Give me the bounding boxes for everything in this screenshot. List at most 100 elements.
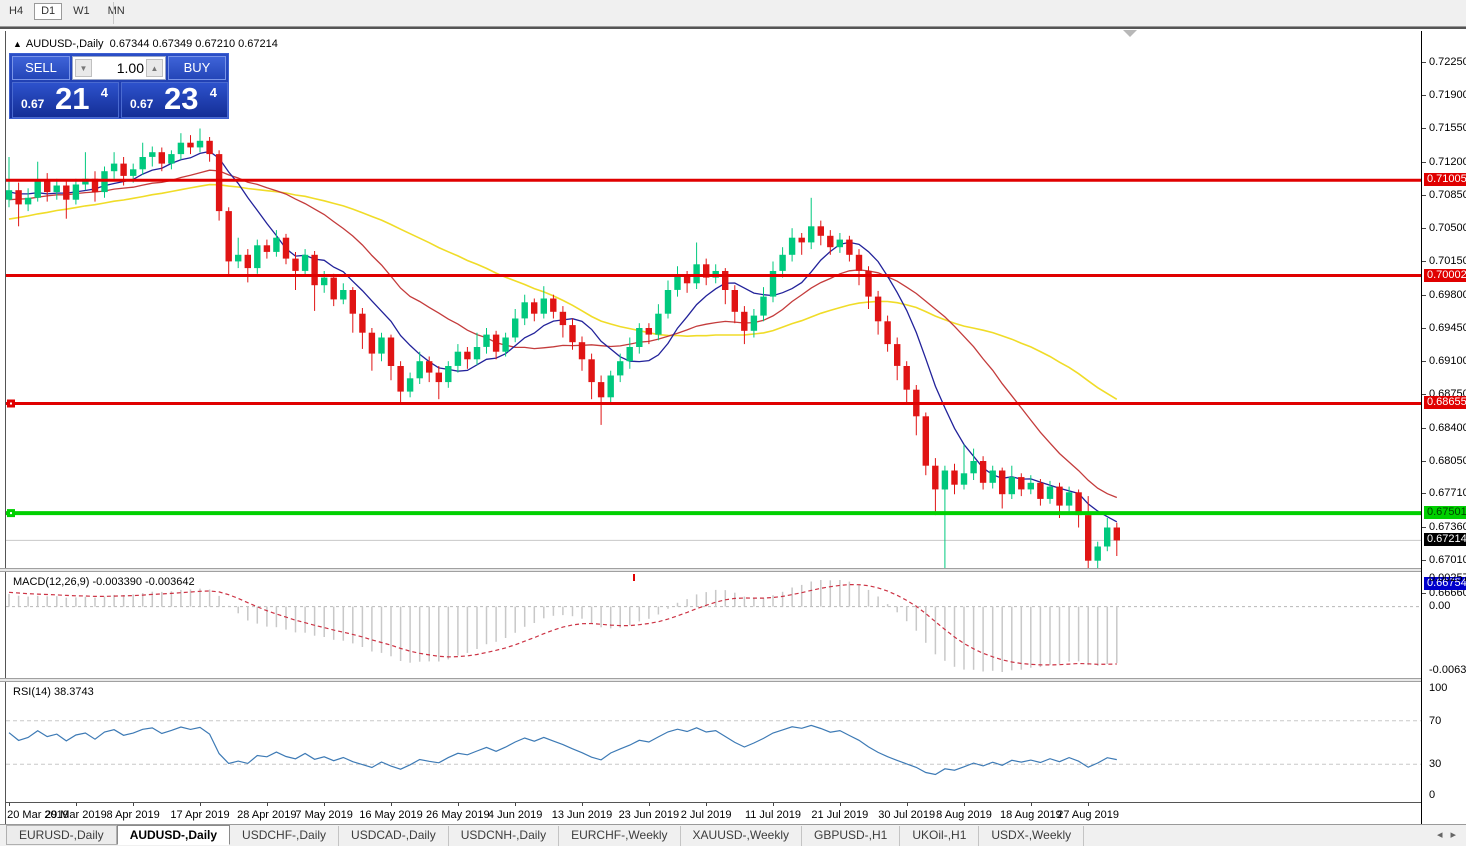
tab-xauusd-weekly[interactable]: XAUUSD-,Weekly (681, 826, 802, 846)
mt4-application: H4D1W1MN ▲ AUDUSD-,Daily 0.67344 0.67349 … (0, 0, 1466, 846)
chart-symbol-label: AUDUSD-,Daily (26, 38, 104, 50)
buy-quote-button[interactable]: 0.67 23 4 (121, 82, 228, 118)
rsi-axis-label: 100 (1429, 682, 1447, 694)
tab-usdx-weekly[interactable]: USDX-,Weekly (979, 826, 1084, 846)
price-tick-mark (1422, 128, 1426, 129)
ohlc-values: 0.67344 0.67349 0.67210 0.67214 (110, 38, 278, 50)
price-tick-mark (1422, 560, 1426, 561)
price-tick-label: 0.71550 (1429, 122, 1466, 134)
date-tick-mark (391, 803, 392, 806)
timeframe-button-h4[interactable]: H4 (2, 3, 30, 20)
tab-usdcnh-daily[interactable]: USDCNH-,Daily (449, 826, 559, 846)
sell-price-big: 21 (55, 81, 89, 117)
tab-usdcad-daily[interactable]: USDCAD-,Daily (339, 826, 449, 846)
macd-label: MACD(12,26,9) -0.003390 -0.003642 (13, 576, 195, 588)
volume-decrease-icon[interactable]: ▼ (75, 59, 92, 77)
timeframe-button-w1[interactable]: W1 (66, 3, 97, 20)
sell-quote-button[interactable]: 0.67 21 4 (12, 82, 119, 118)
price-tick-mark (1422, 295, 1426, 296)
timeframe-button-d1[interactable]: D1 (34, 3, 62, 20)
date-tick-mark (458, 803, 459, 806)
price-tick-mark (1422, 62, 1426, 63)
rsi-label: RSI(14) 38.3743 (13, 686, 94, 698)
price-tick-mark (1422, 593, 1426, 594)
price-tick-label: 0.72250 (1429, 56, 1466, 68)
buy-button[interactable]: BUY (168, 56, 226, 80)
price-tick-mark (1422, 394, 1426, 395)
sell-price-pipette: 4 (101, 85, 108, 100)
price-tick-label: 0.67360 (1429, 521, 1466, 533)
tab-gbpusd-h1[interactable]: GBPUSD-,H1 (802, 826, 900, 846)
chart-window: ▲ AUDUSD-,Daily 0.67344 0.67349 0.67210 0… (0, 27, 1466, 823)
price-axis[interactable]: 0.72250 0.71900 0.71550 0.71200 0.70850 0.705… (1421, 31, 1466, 825)
price-tick-label: 0.68400 (1429, 422, 1466, 434)
level-price-label: 0.67501 (1424, 506, 1466, 519)
chart-title: ▲ AUDUSD-,Daily 0.67344 0.67349 0.67210 0… (13, 38, 278, 50)
main-chart-pane[interactable]: ▲ AUDUSD-,Daily 0.67344 0.67349 0.67210 0… (5, 31, 1421, 568)
date-tick-mark (840, 803, 841, 806)
tab-scroll-left-icon[interactable]: ◂ (1433, 829, 1447, 841)
price-tick-label: 0.68050 (1429, 455, 1466, 467)
date-tick-label: 16 May 2019 (359, 809, 423, 821)
volume-input[interactable] (94, 58, 144, 78)
date-tick-mark (706, 803, 707, 806)
tab-audusd-daily[interactable]: AUDUSD-,Daily (117, 825, 230, 845)
date-tick-label: 2 Jul 2019 (681, 809, 732, 821)
buy-price-big: 23 (164, 81, 198, 117)
price-tick-label: 0.71900 (1429, 89, 1466, 101)
date-tick-label: 13 Jun 2019 (552, 809, 613, 821)
date-tick-mark (9, 803, 10, 806)
date-tick-mark (267, 803, 268, 806)
date-tick-label: 28 Apr 2019 (237, 809, 296, 821)
sell-button[interactable]: SELL (12, 56, 70, 80)
price-tick-mark (1422, 527, 1426, 528)
price-tick-label: 0.70850 (1429, 189, 1466, 201)
rsi-pane[interactable]: RSI(14) 38.3743 (5, 682, 1421, 802)
price-tick-label: 0.71200 (1429, 156, 1466, 168)
date-tick-mark (515, 803, 516, 806)
current-price-label: 0.67214 (1424, 533, 1466, 546)
price-tick-mark (1422, 428, 1426, 429)
date-tick-label: 23 Jun 2019 (619, 809, 680, 821)
date-tick-label: 29 Mar 2019 (45, 809, 107, 821)
price-tick-label: 0.70500 (1429, 222, 1466, 234)
price-tick-label: 0.67710 (1429, 487, 1466, 499)
date-tick-mark (324, 803, 325, 806)
macd-axis-label: -0.006326 (1429, 664, 1466, 676)
level-price-label: 0.71005 (1424, 173, 1466, 186)
date-tick-mark (133, 803, 134, 806)
timeframe-toolbar: H4D1W1MN (0, 0, 1466, 27)
date-tick-mark (582, 803, 583, 806)
window-splitter-icon[interactable] (1123, 30, 1137, 37)
date-tick-label: 11 Jul 2019 (745, 809, 801, 821)
price-tick-mark (1422, 261, 1426, 262)
date-tick-label: 27 Aug 2019 (1057, 809, 1119, 821)
macd-pane[interactable]: MACD(12,26,9) -0.003390 -0.003642 (5, 572, 1421, 678)
tab-scroll-right-icon[interactable]: ▸ (1446, 829, 1460, 841)
price-tick-mark (1422, 361, 1426, 362)
tab-usdchf-daily[interactable]: USDCHF-,Daily (230, 826, 339, 846)
date-tick-label: 7 May 2019 (295, 809, 352, 821)
date-tick-mark (907, 803, 908, 806)
date-tick-label: 30 Jul 2019 (878, 809, 935, 821)
price-tick-label: 0.67010 (1429, 554, 1466, 566)
volume-increase-icon[interactable]: ▲ (146, 59, 163, 77)
price-tick-mark (1422, 461, 1426, 462)
trade-panel-row: SELL ▼ ▲ BUY (12, 56, 226, 80)
one-click-trade-panel: SELL ▼ ▲ BUY 0.67 21 4 0.67 23 4 (9, 53, 229, 119)
date-tick-label: 17 Apr 2019 (170, 809, 229, 821)
tab-eurchf-weekly[interactable]: EURCHF-,Weekly (559, 826, 680, 846)
price-tick-mark (1422, 493, 1426, 494)
date-tick-mark (200, 803, 201, 806)
price-tick-label: 0.69800 (1429, 289, 1466, 301)
date-tick-mark (1031, 803, 1032, 806)
tab-ukoil-h1[interactable]: UKOil-,H1 (900, 826, 979, 846)
tab-eurusd-daily[interactable]: EURUSD-,Daily (6, 825, 117, 845)
date-axis[interactable]: 20 Mar 201929 Mar 20198 Apr 201917 Apr 2… (5, 802, 1421, 825)
level-price-label: 0.70002 (1424, 269, 1466, 282)
collapse-panel-icon[interactable]: ▲ (13, 39, 22, 49)
price-tick-mark (1422, 195, 1426, 196)
buy-price-pipette: 4 (210, 85, 217, 100)
buy-price-prefix: 0.67 (130, 97, 153, 111)
timeframe-button-mn[interactable]: MN (101, 3, 132, 20)
